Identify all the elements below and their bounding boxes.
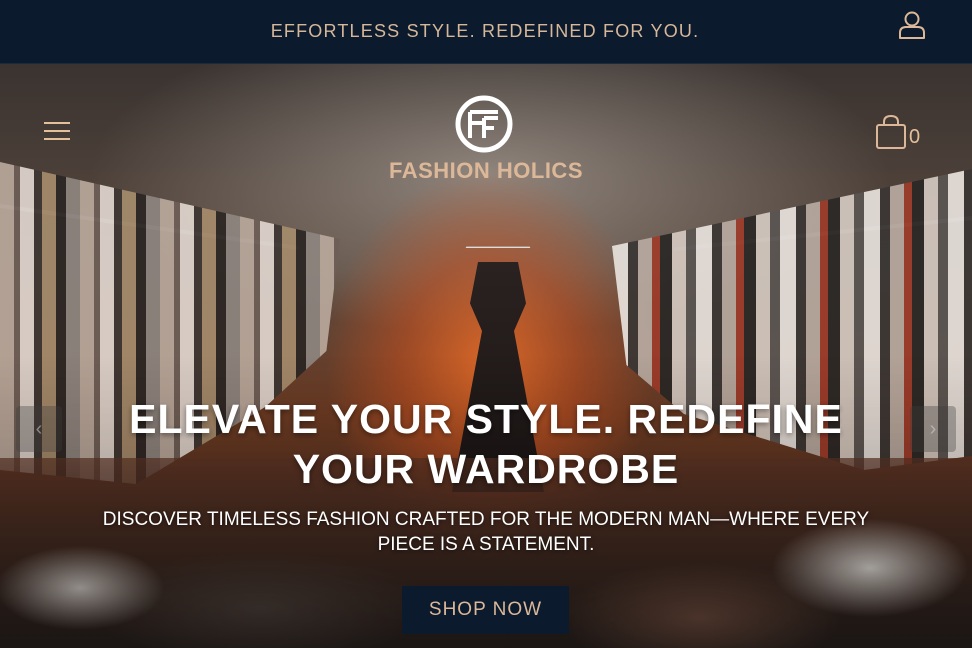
hero-subtext-line-2: PIECE IS A STATEMENT. [377,534,595,555]
shopping-bag-icon[interactable] [874,114,908,150]
user-icon[interactable] [896,9,928,41]
cart-count: 0 [909,126,921,148]
hero-banner: FASHION HOLICS 0 ‹ › ELEVATE YOUR STYLE.… [0,64,972,648]
hero-headline-line-2: YOUR WARDROBE [292,446,680,492]
announcement-bar: EFFORTLESS STYLE. REDEFINED FOR YOU. [0,0,972,64]
hero-subtext: DISCOVER TIMELESS FASHION CRAFTED FOR TH… [50,507,922,557]
brand-name[interactable]: FASHION HOLICS [0,158,972,184]
hamburger-menu-icon[interactable] [44,122,70,144]
hero-headline-line-1: ELEVATE YOUR STYLE. REDEFINE [129,396,843,442]
announcement-text: EFFORTLESS STYLE. REDEFINED FOR YOU. [270,21,700,41]
ff-monogram-logo[interactable] [454,94,514,154]
shop-now-button[interactable]: SHOP NOW [402,586,569,634]
hero-headline: ELEVATE YOUR STYLE. REDEFINE YOUR WARDRO… [0,394,972,494]
hero-subtext-line-1: DISCOVER TIMELESS FASHION CRAFTED FOR TH… [102,509,870,530]
